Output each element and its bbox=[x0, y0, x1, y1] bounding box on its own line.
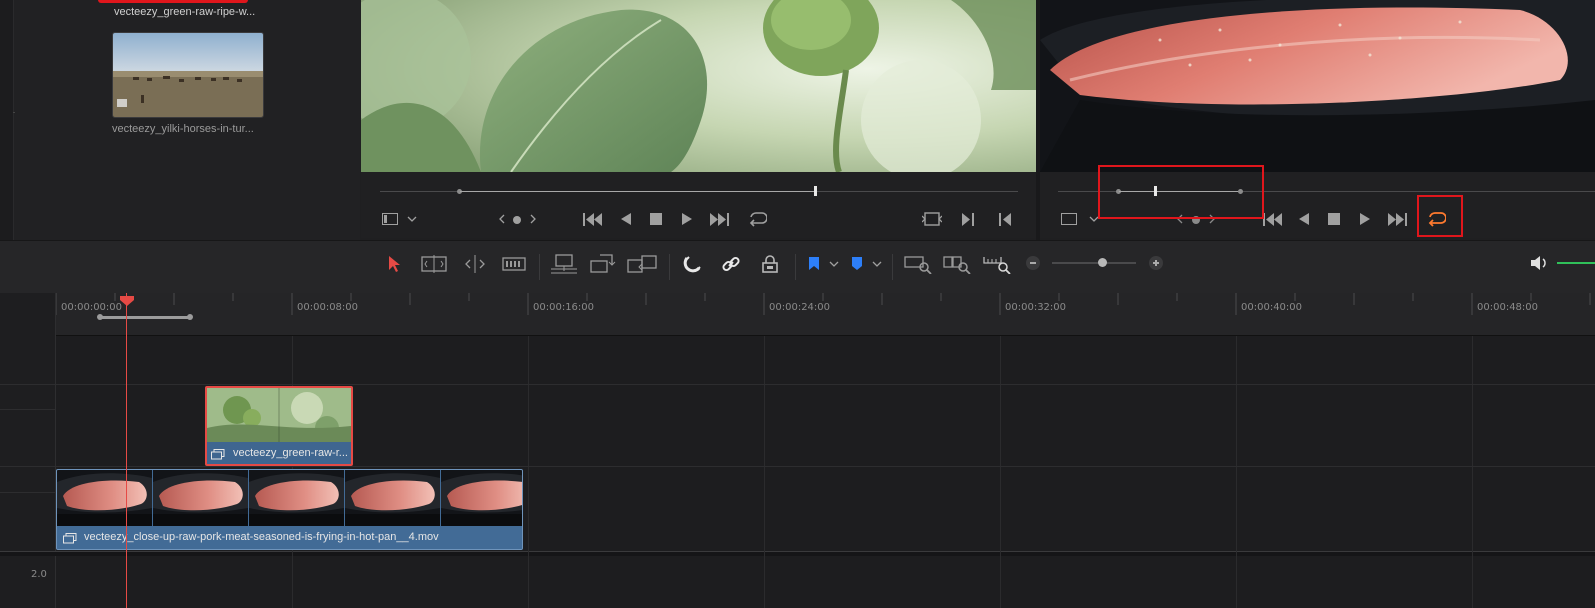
replace-clip-icon[interactable] bbox=[626, 252, 658, 276]
grid-line bbox=[528, 336, 529, 608]
zoom-slider-track[interactable] bbox=[1052, 262, 1136, 264]
dynamic-trim-icon[interactable] bbox=[461, 253, 489, 275]
viewer-mode-icon[interactable] bbox=[381, 212, 399, 226]
zoom-detail-icon[interactable] bbox=[942, 252, 972, 276]
grid-line bbox=[1000, 336, 1001, 608]
insert-clip-icon[interactable] bbox=[549, 252, 579, 276]
selection-tool-icon[interactable] bbox=[385, 254, 405, 274]
track-header-divider bbox=[0, 409, 55, 410]
linked-selection-icon[interactable] bbox=[719, 252, 743, 276]
zoom-slider-handle[interactable] bbox=[1098, 258, 1107, 267]
clip-type-icon bbox=[63, 531, 77, 544]
selected-clip-highlight bbox=[98, 0, 248, 3]
track-separator bbox=[56, 384, 1595, 385]
track-header-divider bbox=[0, 384, 55, 385]
timeline-playhead-line[interactable] bbox=[126, 293, 127, 608]
grid-line bbox=[1236, 336, 1237, 608]
match-frame-icon[interactable] bbox=[921, 211, 943, 227]
video-audio-divider[interactable] bbox=[0, 551, 1595, 556]
flag-icon[interactable] bbox=[806, 254, 822, 274]
source-viewer[interactable] bbox=[361, 0, 1036, 172]
viewer-mode-icon[interactable] bbox=[1060, 212, 1078, 226]
volume-icon[interactable] bbox=[1528, 253, 1550, 273]
media-pool: vecteezy_green-raw-ripe-w... vecteezy_yi… bbox=[0, 0, 360, 240]
zoom-full-icon[interactable] bbox=[903, 252, 933, 276]
ruler-tick-label: 00:00:40:00 bbox=[1241, 302, 1303, 313]
audio-track-label: 2.0 bbox=[31, 569, 47, 580]
volume-level-bar[interactable] bbox=[1557, 262, 1595, 264]
trim-tool-icon[interactable] bbox=[420, 253, 448, 275]
timeline-in-out-range[interactable] bbox=[100, 316, 192, 319]
play-icon[interactable] bbox=[680, 212, 694, 226]
marker-icon[interactable] bbox=[849, 254, 865, 274]
ruler-tick-label: 00:00:16:00 bbox=[533, 302, 595, 313]
loop-icon[interactable] bbox=[746, 210, 768, 228]
timeline-viewer[interactable] bbox=[1040, 0, 1595, 172]
ruler-tick-label: 00:00:08:00 bbox=[297, 302, 359, 313]
jump-end-icon[interactable] bbox=[1386, 211, 1408, 227]
grid-line bbox=[1472, 336, 1473, 608]
clip-name-horses[interactable]: vecteezy_yilki-horses-in-tur... bbox=[112, 123, 254, 135]
grid-line bbox=[764, 336, 765, 608]
timeline: 2.0 00:00:00:00 00:00:08:00 00:00:16:00 … bbox=[0, 293, 1595, 608]
reverse-play-icon[interactable] bbox=[1297, 212, 1311, 226]
source-playhead[interactable] bbox=[814, 186, 817, 196]
position-lock-icon[interactable] bbox=[758, 252, 782, 276]
blade-tool-icon[interactable] bbox=[500, 253, 528, 275]
jump-start-icon[interactable] bbox=[582, 211, 604, 227]
timeline-toolbar bbox=[0, 240, 1595, 294]
clip-name-green-raw[interactable]: vecteezy_green-raw-ripe-w... bbox=[114, 6, 255, 18]
media-pool-sidebar bbox=[0, 0, 14, 240]
toolbar-separator bbox=[795, 254, 796, 280]
overwrite-clip-icon[interactable] bbox=[589, 252, 617, 276]
ruler-tick-label: 00:00:00:00 bbox=[61, 302, 123, 313]
clip-filmstrip bbox=[207, 388, 351, 442]
stop-icon[interactable] bbox=[1328, 213, 1340, 225]
toolbar-separator bbox=[539, 254, 540, 280]
stop-icon[interactable] bbox=[650, 213, 662, 225]
timeline-out-handle[interactable] bbox=[187, 314, 193, 320]
zoom-in-icon[interactable] bbox=[1149, 256, 1163, 270]
chevron-down-icon[interactable] bbox=[828, 256, 840, 272]
in-out-range-highlight bbox=[1098, 165, 1264, 219]
chevron-down-icon[interactable] bbox=[871, 256, 883, 272]
track-header-divider bbox=[0, 466, 55, 467]
track-separator bbox=[56, 466, 1595, 467]
ruler-tick-label: 00:00:48:00 bbox=[1477, 302, 1539, 313]
timeline-playhead-handle[interactable] bbox=[120, 293, 134, 306]
toolbar-separator bbox=[669, 254, 670, 280]
clip-type-icon bbox=[211, 447, 225, 460]
mark-out-icon[interactable] bbox=[998, 212, 1012, 226]
clip-title: vecteezy_close-up-raw-pork-meat-seasoned… bbox=[84, 531, 439, 543]
snapping-icon[interactable] bbox=[681, 252, 705, 276]
track-header-column bbox=[0, 293, 56, 608]
timeline-in-handle[interactable] bbox=[97, 314, 103, 320]
clip-thumbnail-horses[interactable] bbox=[112, 32, 264, 118]
ruler-tick-label: 00:00:24:00 bbox=[769, 302, 831, 313]
nav-dot-icon[interactable] bbox=[513, 216, 521, 224]
jump-start-icon[interactable] bbox=[1262, 211, 1284, 227]
play-icon[interactable] bbox=[1358, 212, 1372, 226]
ruler-tick-label: 00:00:32:00 bbox=[1005, 302, 1067, 313]
jump-end-icon[interactable] bbox=[708, 211, 730, 227]
zoom-out-icon[interactable] bbox=[1026, 256, 1040, 270]
timeline-ruler[interactable]: 00:00:00:00 00:00:08:00 00:00:16:00 00:0… bbox=[56, 293, 1595, 336]
reverse-play-icon[interactable] bbox=[619, 212, 633, 226]
timeline-clip-green-raw[interactable]: vecteezy_green-raw-r... bbox=[205, 386, 353, 466]
loop-button-highlight bbox=[1417, 195, 1463, 237]
chevron-down-icon[interactable] bbox=[406, 213, 418, 225]
source-marked-range bbox=[460, 191, 816, 192]
sidebar-tick bbox=[13, 112, 15, 113]
toolbar-separator bbox=[892, 254, 893, 280]
zoom-custom-icon[interactable] bbox=[982, 252, 1012, 276]
clip-title: vecteezy_green-raw-r... bbox=[233, 447, 348, 459]
prev-nav-icon[interactable] bbox=[497, 213, 507, 225]
next-nav-icon[interactable] bbox=[528, 213, 538, 225]
mark-in-icon[interactable] bbox=[961, 212, 975, 226]
track-header-divider bbox=[0, 492, 55, 493]
source-transport-area bbox=[361, 172, 1036, 238]
